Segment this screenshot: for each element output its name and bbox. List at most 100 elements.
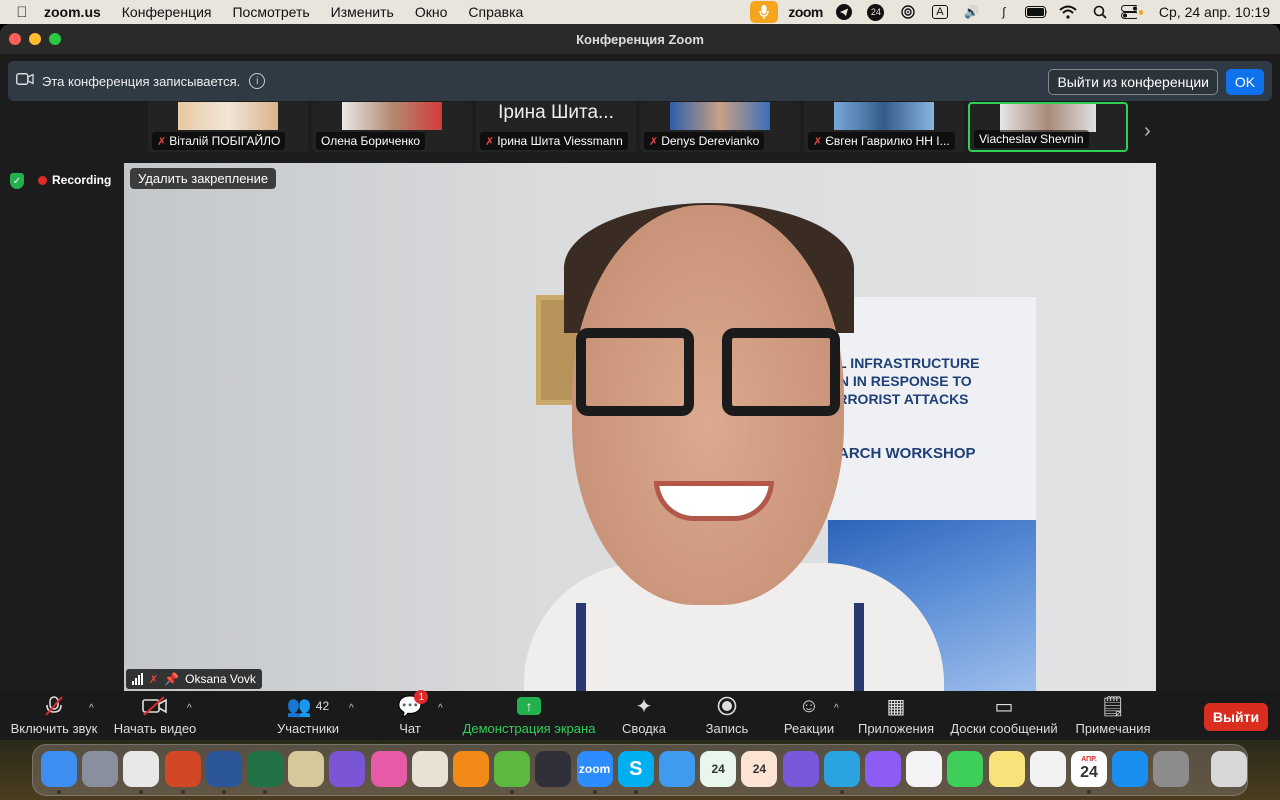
summary-button[interactable]: ✦ Сводка [614,691,674,740]
pixelmator-icon[interactable] [370,751,407,787]
input-source-icon[interactable]: A [929,3,951,21]
recording-indicator[interactable]: Recording [38,170,111,190]
thumbnail-denys[interactable]: ✗ Denys Derevianko [640,102,800,152]
zoom-tray-icon[interactable]: zoom [788,4,823,20]
recording-banner: Эта конференция записывается. i Выйти из… [8,61,1272,101]
24-app-icon[interactable]: 24 [700,751,737,787]
preview-icon[interactable] [288,751,325,787]
excel-icon[interactable] [247,751,283,787]
24-app-2-label: 24 [752,762,767,776]
spotlight-search-icon[interactable] [1089,3,1111,21]
mic-muted-icon: ✗ [813,135,823,148]
microphone-in-use-icon[interactable] [750,1,779,23]
apps-icon: ▦ [886,695,906,718]
unpin-button[interactable]: Удалить закрепление [130,168,277,189]
video-options-caret-icon[interactable]: ^ [187,703,192,714]
participants-button[interactable]: 👥 42 Участники [268,691,348,740]
trash-icon[interactable] [1210,751,1247,787]
telegram-tray-icon[interactable] [833,3,855,21]
24-app-label: 24 [711,762,725,776]
apple-icon[interactable]:  [0,4,44,21]
system-settings-icon[interactable] [1153,751,1190,787]
thumbnail-iryna[interactable]: Ірина Шита... ✗ Ірина Шита Viessmann [476,102,636,152]
whiteboards-button[interactable]: ▭ Доски сообщений [948,691,1060,740]
main-video[interactable]: AL INFRASTRUCTURE ON IN RESPONSE TO ERRO… [124,163,1156,691]
mail-icon[interactable] [659,751,695,787]
chat-button[interactable]: 💬 1 Чат [388,690,432,740]
record-button[interactable]: Запись [698,691,756,740]
participant-name: Віталій ПОБІГАЙЛО [169,134,281,148]
chrome-icon[interactable] [123,751,160,787]
finder-icon[interactable] [41,751,77,787]
menu-bar-clock[interactable]: Ср, 24 апр. 10:19 [1159,4,1270,20]
leave-meeting-button[interactable]: Выйти из конференции [1048,69,1218,95]
record-dot-icon [38,175,47,185]
translate-icon[interactable] [329,751,366,787]
messenger-icon[interactable] [865,751,901,787]
24-app-2-icon[interactable]: 24 [741,751,778,787]
video-feed [670,102,770,130]
participant-display-name: Ірина Шита... [498,102,614,123]
control-center-icon[interactable] [1120,3,1143,21]
airdrop-icon[interactable] [897,3,919,21]
thumbnail-vitaliy[interactable]: ✗ Віталій ПОБІГАЙЛО [148,102,308,152]
unmute-button[interactable]: Включить звук [8,691,100,740]
zoom-icon[interactable]: zoom [576,751,613,787]
thumbnail-viacheslav[interactable]: Viacheslav Shevnin [968,102,1128,152]
leave-button[interactable]: Выйти [1204,703,1268,731]
participants-label: Участники [276,721,340,736]
start-video-button[interactable]: Начать видео [110,691,200,740]
recording-label: Recording [52,173,112,187]
ok-button[interactable]: OK [1226,69,1264,95]
start-video-label: Начать видео [113,721,197,736]
infuse-icon[interactable] [453,751,489,787]
notes-icon[interactable] [988,751,1025,787]
menu-help[interactable]: Справка [468,4,523,20]
utorrent-icon[interactable] [494,751,531,787]
calendar-icon[interactable]: АПР. 24 [1071,751,1107,787]
notes-button[interactable]: 🗒 Примечания [1072,691,1154,740]
skype-icon[interactable]: S [617,751,654,787]
camera-record-icon [16,72,34,90]
info-icon[interactable]: i [249,73,266,89]
menu-view[interactable]: Посмотреть [232,4,309,20]
telegram-icon[interactable] [823,751,860,787]
share-screen-button[interactable]: ↑ Демонстрация экрана [458,691,600,740]
share-screen-label: Демонстрация экрана [462,721,596,736]
volume-icon[interactable]: 🔊 [961,3,983,21]
battery-icon[interactable] [1024,3,1047,21]
chevron-right-icon[interactable]: › [1144,120,1151,143]
participants-caret-icon[interactable]: ^ [349,703,354,714]
photos-icon[interactable] [1029,751,1066,787]
sweater-stripe [854,603,864,691]
24-tray-icon[interactable]: 24 [865,3,887,21]
bluetooth-icon[interactable]: ∫ [993,3,1015,21]
google-drive-icon[interactable] [906,751,943,787]
reactions-button[interactable]: ☺ Реакции [780,691,838,740]
messages-icon[interactable] [947,751,984,787]
app-store-icon[interactable] [1112,751,1149,787]
books-icon[interactable] [411,751,448,787]
menu-edit[interactable]: Изменить [331,4,394,20]
quicktime-icon[interactable] [535,751,572,787]
thumbnail-yevhen[interactable]: ✗ Євген Гаврилко НН І... [804,102,964,152]
running-indicator [221,790,226,794]
launchpad-icon[interactable] [82,751,119,787]
app-menu[interactable]: zoom.us [44,4,101,20]
wifi-icon[interactable] [1057,3,1079,21]
menu-window[interactable]: Окно [415,4,448,20]
word-icon[interactable] [205,751,242,787]
thumbnail-olena[interactable]: Олена Бориченко [312,102,472,152]
chat-caret-icon[interactable]: ^ [438,703,443,714]
running-indicator [263,790,267,794]
mic-muted-icon: ✗ [157,135,167,148]
viber-icon[interactable] [782,751,819,787]
powerpoint-icon[interactable] [164,751,201,787]
menu-conference[interactable]: Конференция [122,4,212,20]
speaker-name-tag: ✗ 📌 Oksana Vovk [126,669,262,689]
reactions-caret-icon[interactable]: ^ [834,703,839,714]
whiteboard-icon: ▭ [994,695,1014,718]
apps-button[interactable]: ▦ Приложения [856,691,936,740]
security-shield-icon[interactable]: ✓ [10,173,24,189]
audio-options-caret-icon[interactable]: ^ [89,703,94,714]
